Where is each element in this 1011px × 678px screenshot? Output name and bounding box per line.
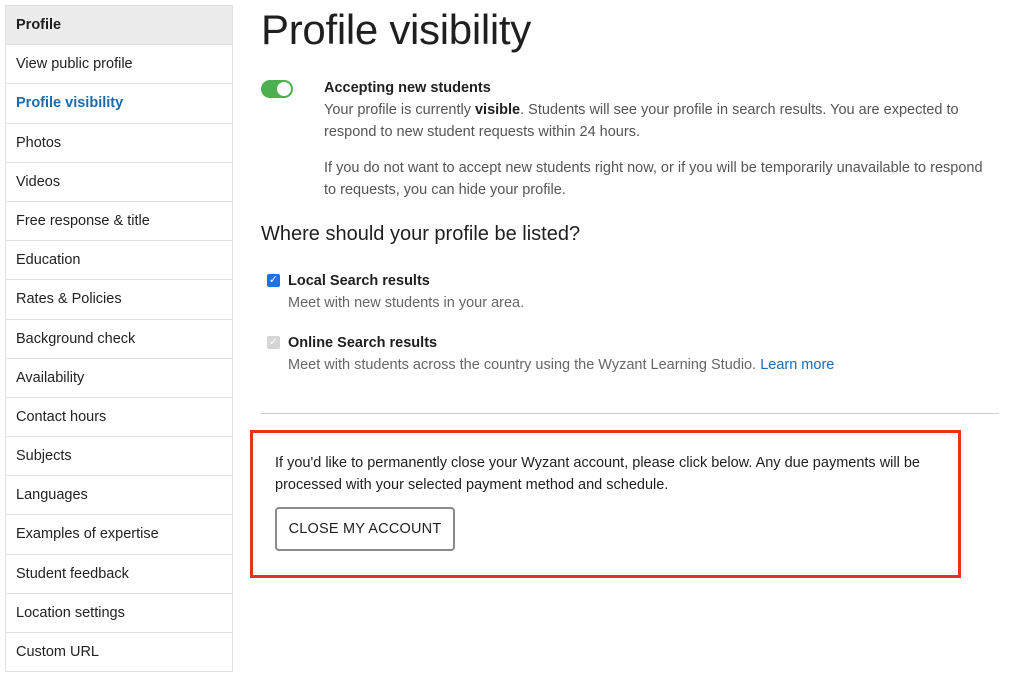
close-account-text: If you'd like to permanently close your … — [275, 455, 920, 493]
sidebar-item-profile-visibility[interactable]: Profile visibility — [6, 84, 232, 124]
sidebar-item-student-feedback[interactable]: Student feedback — [6, 555, 232, 594]
sidebar-item-languages[interactable]: Languages — [6, 476, 232, 516]
accepting-students-toggle[interactable] — [261, 80, 293, 98]
sidebar-item-view-public-profile[interactable]: View public profile — [6, 45, 232, 85]
sidebar-item-photos[interactable]: Photos — [6, 124, 232, 163]
local-search-desc: Meet with new students in your area. — [288, 295, 525, 311]
sidebar-header-profile[interactable]: Profile — [6, 6, 232, 46]
page-title: Profile visibility — [261, 6, 531, 53]
online-search-desc: Meet with students across the country us… — [267, 354, 967, 376]
section-divider — [261, 413, 999, 414]
sidebar-item-custom-url[interactable]: Custom URL — [6, 633, 232, 673]
sidebar-item-availability[interactable]: Availability — [6, 359, 232, 398]
sidebar-item-rates-policies[interactable]: Rates & Policies — [6, 280, 232, 320]
online-search-label: Online Search results — [288, 335, 438, 351]
sidebar-item-examples-of-expertise[interactable]: Examples of expertise — [6, 515, 232, 555]
status-visible-word: visible — [474, 102, 521, 118]
sidebar-item-contact-hours[interactable]: Contact hours — [6, 398, 232, 438]
close-account-button[interactable]: CLOSE MY ACCOUNT — [275, 507, 455, 551]
sidebar-item-subjects[interactable]: Subjects — [6, 437, 232, 477]
profile-sidebar: Profile View public profile Profile visi… — [5, 5, 233, 673]
sidebar-item-location-settings[interactable]: Location settings — [6, 594, 232, 633]
online-search-desc-text: Meet with students across the country us… — [288, 357, 761, 373]
status-text-prefix: Your profile is currently — [324, 102, 475, 118]
local-search-checkbox[interactable]: ✓ — [267, 274, 280, 287]
close-account-section: If you'd like to permanently close your … — [250, 430, 961, 578]
local-search-label: Local Search results — [288, 273, 430, 289]
learn-more-link[interactable]: Learn more — [760, 357, 834, 373]
sidebar-item-videos[interactable]: Videos — [6, 163, 232, 202]
sidebar-item-free-response[interactable]: Free response & title — [6, 202, 232, 242]
local-search-option: ✓ Local Search results Meet with new stu… — [267, 270, 967, 314]
toggle-knob — [277, 82, 291, 96]
accepting-students-title: Accepting new students — [324, 80, 491, 96]
accepting-students-section: Accepting new students Your profile is c… — [324, 77, 994, 201]
hide-profile-hint: If you do not want to accept new student… — [324, 160, 983, 198]
online-search-checkbox: ✓ — [267, 336, 280, 349]
online-search-option: ✓ Online Search results Meet with studen… — [267, 332, 967, 376]
visibility-status-text: Your profile is currently visible. Stude… — [324, 99, 994, 143]
listing-heading: Where should your profile be listed? — [261, 223, 581, 245]
sidebar-item-education[interactable]: Education — [6, 241, 232, 281]
sidebar-item-background-check[interactable]: Background check — [6, 320, 232, 359]
